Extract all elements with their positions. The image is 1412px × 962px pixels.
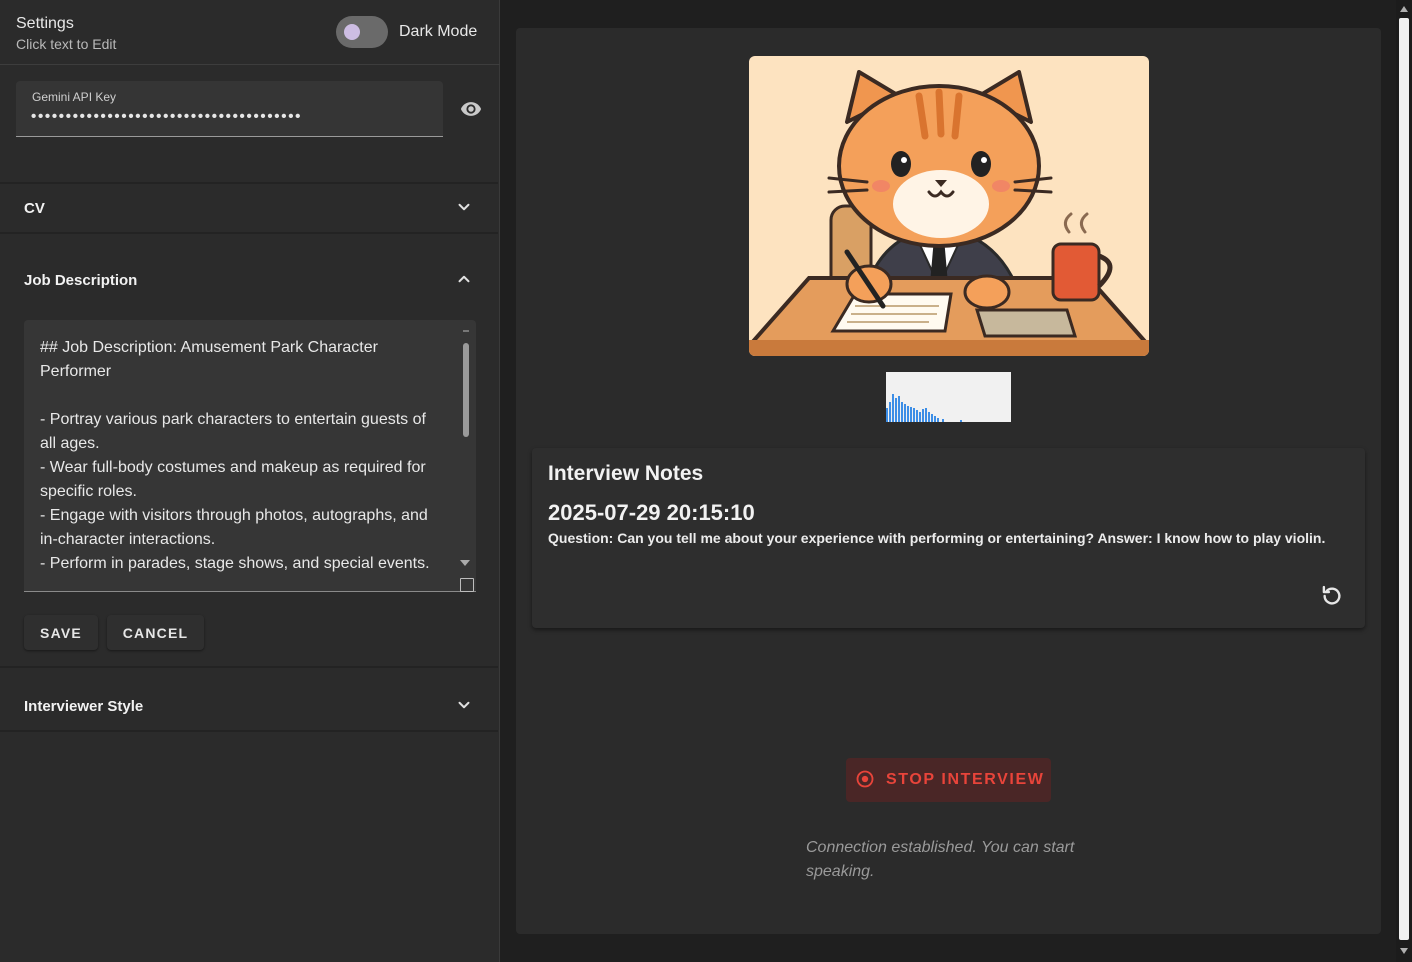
job-description-text: ## Job Description: Amusement Park Chara… (40, 339, 430, 572)
eye-icon (460, 102, 482, 116)
stop-interview-button[interactable]: STOP INTERVIEW (846, 758, 1051, 802)
cancel-button[interactable]: CANCEL (107, 615, 204, 650)
divider (0, 232, 498, 234)
resize-handle-icon[interactable] (460, 578, 474, 592)
settings-subtitle: Click text to Edit (16, 36, 117, 52)
accordion-job-description[interactable]: Job Description (0, 256, 498, 304)
api-key-input[interactable]: ••••••••••••••••••••••••••••••••••••••• (31, 108, 302, 125)
accordion-job-description-title: Job Description (24, 272, 138, 289)
chevron-down-icon (458, 701, 470, 709)
dark-mode-label: Dark Mode (399, 23, 478, 40)
save-button[interactable]: SAVE (24, 615, 98, 650)
notes-entry: Question: Can you tell me about your exp… (548, 530, 1326, 546)
divider (0, 666, 498, 668)
accordion-interviewer-style[interactable]: Interviewer Style (0, 682, 498, 730)
dark-mode-toggle[interactable] (336, 16, 388, 48)
settings-title: Settings (16, 15, 74, 32)
page-scrollbar[interactable] (1396, 0, 1412, 962)
api-key-field[interactable]: Gemini API Key •••••••••••••••••••••••••… (16, 81, 443, 137)
accordion-cv-title: CV (24, 200, 45, 217)
stop-interview-label: STOP INTERVIEW (886, 771, 1045, 788)
api-key-label: Gemini API Key (32, 90, 117, 104)
connection-status: Connection established. You can start sp… (806, 839, 1075, 880)
chevron-down-icon (458, 203, 470, 211)
scroll-up-icon (463, 330, 469, 332)
scroll-up-icon[interactable] (1400, 6, 1408, 12)
waveform-icon (886, 394, 962, 422)
interview-notes-card: Interview Notes 2025-07-29 20:15:10 Ques… (532, 448, 1365, 628)
toggle-thumb (344, 24, 360, 40)
notes-timestamp: 2025-07-29 20:15:10 (548, 500, 755, 525)
accordion-interviewer-style-title: Interviewer Style (24, 698, 144, 715)
toggle-visibility-button[interactable] (458, 98, 484, 120)
scroll-down-icon (460, 560, 470, 566)
audio-visualizer (886, 372, 1011, 422)
scrollbar-thumb[interactable] (463, 343, 469, 437)
cat-interviewer-illustration (749, 56, 1149, 356)
refresh-icon (1322, 585, 1341, 605)
interviewer-avatar (749, 56, 1149, 356)
refresh-notes-button[interactable] (1319, 583, 1345, 609)
divider (0, 730, 498, 732)
accordion-cv[interactable]: CV (0, 184, 498, 232)
settings-sidebar: Settings Click text to Edit Dark Mode Ge… (0, 0, 500, 962)
job-description-textarea[interactable]: ## Job Description: Amusement Park Chara… (24, 320, 476, 592)
notes-title: Interview Notes (548, 462, 704, 485)
chevron-up-icon (458, 275, 470, 283)
scroll-down-icon[interactable] (1400, 948, 1408, 954)
stop-circle-icon (856, 770, 874, 788)
page-scrollbar-thumb[interactable] (1399, 18, 1409, 940)
settings-header: Settings Click text to Edit Dark Mode (0, 0, 500, 65)
textarea-scrollbar[interactable] (460, 328, 470, 580)
